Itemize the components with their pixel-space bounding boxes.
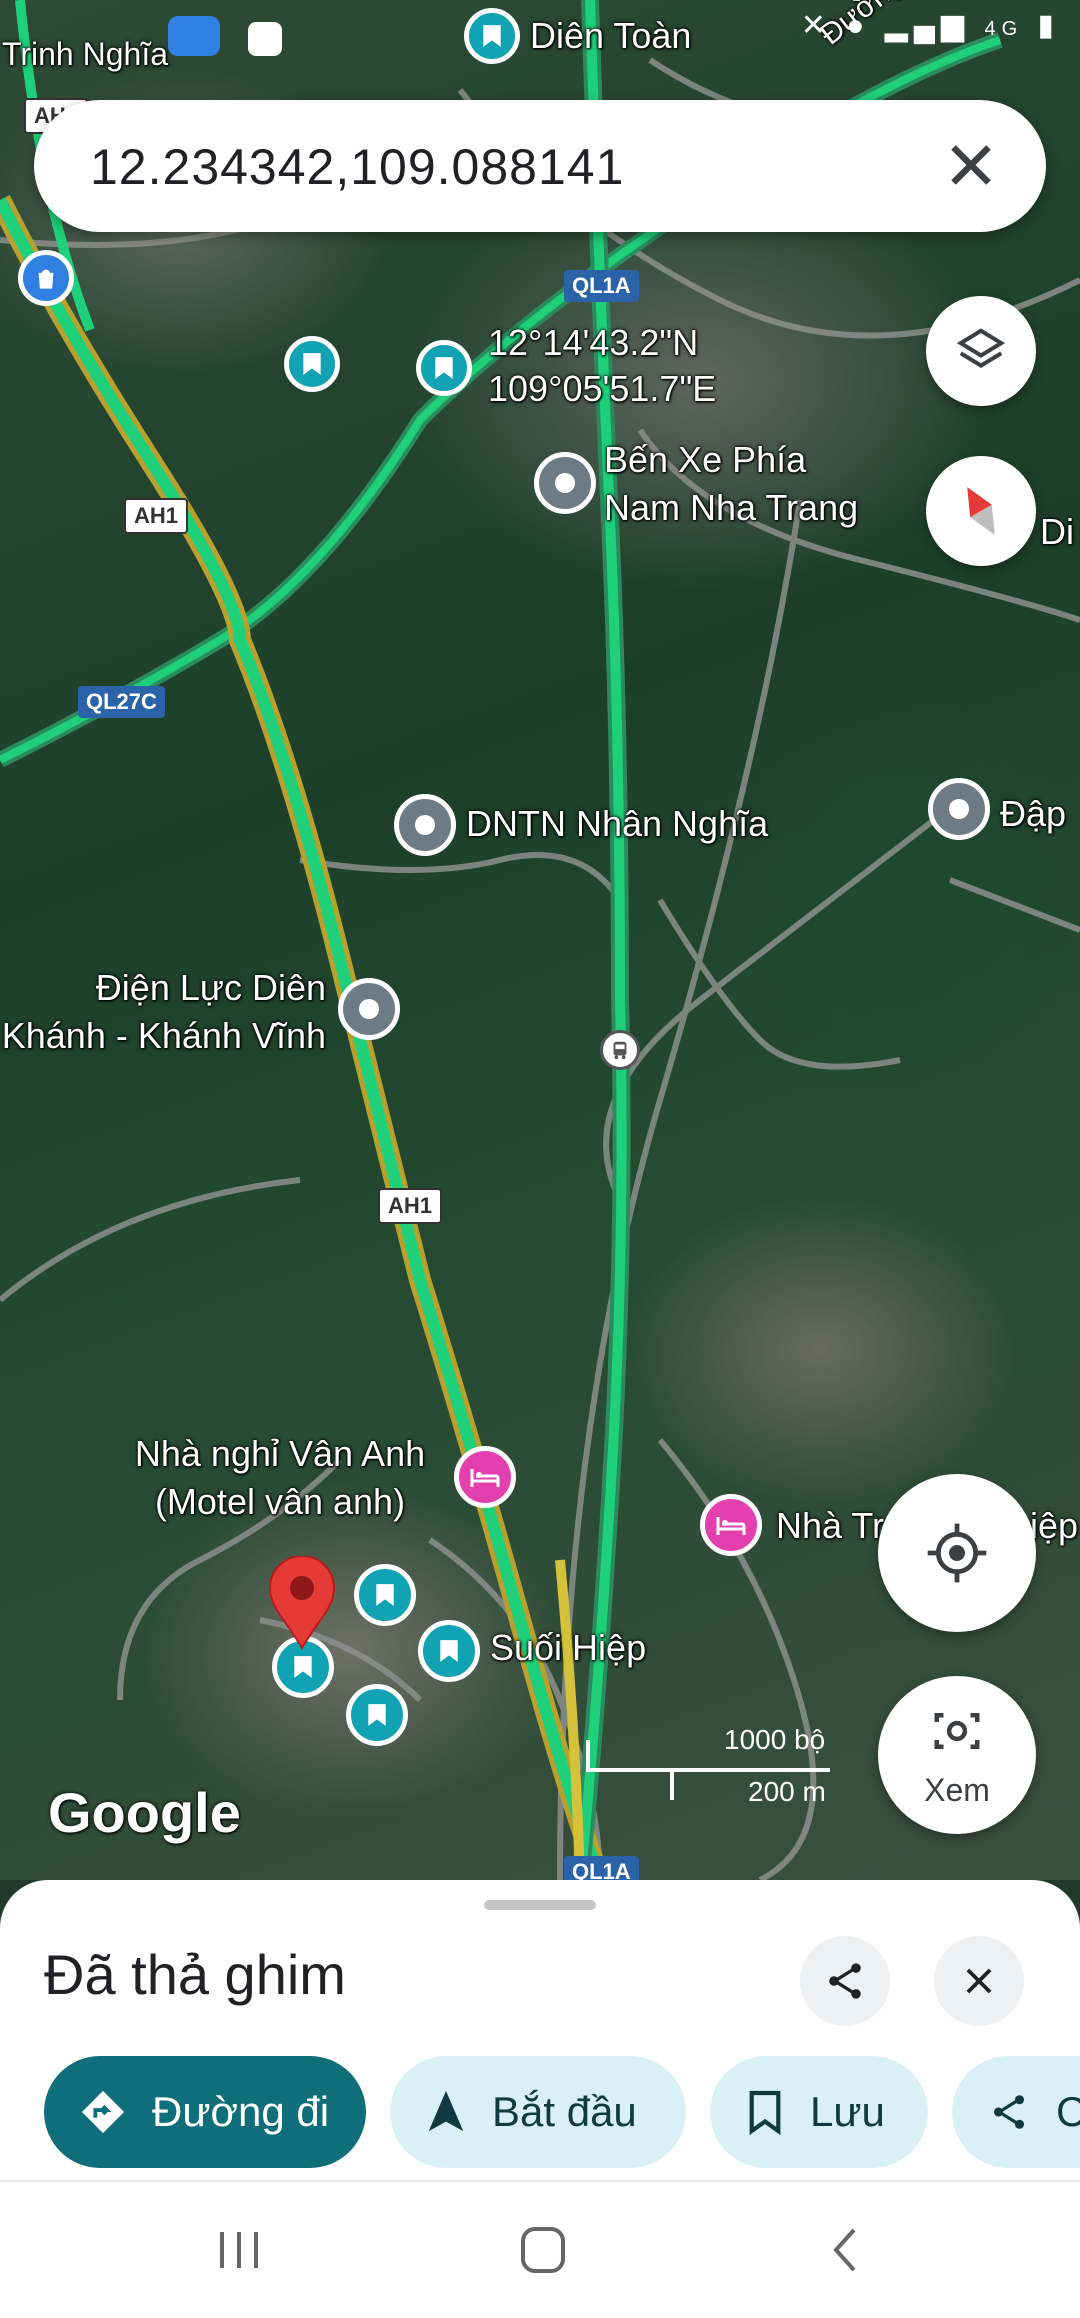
place-pin-icon[interactable] — [338, 978, 400, 1040]
zalo-icon — [248, 22, 282, 56]
save-label: Lưu — [810, 2088, 885, 2135]
my-location-button[interactable] — [878, 1474, 1036, 1632]
place-label-suoi-hiep: Suối Hiệp — [490, 1627, 647, 1668]
sheet-title: Đã thả ghim — [44, 1943, 346, 2006]
place-pin-icon[interactable] — [928, 778, 990, 840]
drag-handle[interactable] — [484, 1900, 596, 1910]
road-shield-ql27c: QL27C — [78, 686, 165, 718]
hotel-pin-icon[interactable] — [454, 1446, 516, 1508]
clear-search-icon[interactable] — [936, 130, 1006, 200]
mute-icon: ✕ — [800, 9, 832, 42]
action-chips: Đường đi Bắt đầu Lưu C — [0, 2056, 1080, 2168]
bookmark-icon — [749, 2090, 781, 2135]
my-location-icon — [927, 1523, 987, 1583]
zalo-icon — [168, 16, 220, 56]
share-chip-label: C — [1056, 2088, 1080, 2135]
close-sheet-button[interactable] — [934, 1936, 1024, 2026]
saved-place-pin-icon[interactable] — [418, 1620, 480, 1682]
explore-button[interactable]: Xem — [878, 1676, 1036, 1834]
layers-icon — [956, 328, 1006, 368]
directions-label: Đường đi — [152, 2088, 330, 2135]
location-icon: ● — [846, 9, 871, 42]
shopping-pin-icon[interactable] — [18, 250, 74, 306]
bus-stop-icon[interactable] — [600, 1030, 640, 1070]
place-label-dap: Đập — [1000, 793, 1067, 834]
place-label-dien-luc: Điện Lực Diên Khánh - Khánh Vĩnh — [1, 967, 326, 1056]
status-bar: ✕ ● ▂▄▆ 4G ▮ — [0, 0, 1080, 60]
road-shield-ql1a: QL1A — [564, 270, 639, 302]
compass-icon — [967, 487, 995, 535]
camera-scan-icon — [934, 1713, 980, 1749]
place-label-ben-xe: Bến Xe Phía Nam Nha Trang — [604, 439, 859, 528]
road-shield-ah1: AH1 — [124, 498, 189, 534]
start-button[interactable]: Bắt đầu — [390, 2056, 686, 2168]
place-label-nha-tr: Nhà Tr — [776, 1505, 885, 1546]
share-chip-button[interactable]: C — [952, 2056, 1080, 2168]
directions-icon — [81, 2090, 125, 2134]
saved-place-pin-icon[interactable] — [346, 1684, 408, 1746]
saved-place-pin-icon[interactable] — [416, 340, 472, 396]
back-icon[interactable] — [826, 2224, 866, 2276]
scale-meters-label: 200 m — [748, 1776, 826, 1807]
place-label-nha-tr-suffix: iệp — [1030, 1505, 1079, 1546]
place-label-dntn-nhan-nghia: DNTN Nhân Nghĩa — [466, 803, 769, 844]
road-shield-ql1a: QL1A — [564, 1856, 639, 1880]
place-pin-icon[interactable] — [534, 452, 596, 514]
scale-feet-label: 1000 bộ — [724, 1724, 826, 1755]
start-label: Bắt đầu — [492, 2088, 637, 2135]
layers-button[interactable] — [926, 296, 1036, 406]
explore-label: Xem — [924, 1772, 990, 1808]
directions-button[interactable]: Đường đi — [44, 2056, 366, 2168]
saved-place-pin-icon[interactable] — [284, 336, 340, 392]
share-icon — [829, 1963, 861, 1999]
dropped-pin-coordinates: 12°14'43.2"N 109°05'51.7"E — [488, 322, 717, 409]
save-button[interactable]: Lưu — [710, 2056, 928, 2168]
close-icon — [966, 1968, 992, 1994]
home-icon[interactable] — [518, 2224, 568, 2276]
share-icon — [993, 2095, 1025, 2129]
signal-icon: ▂▄▆ — [884, 9, 971, 42]
recent-apps-icon[interactable] — [214, 2226, 264, 2274]
system-navigation-bar — [0, 2180, 1080, 2318]
saved-place-pin-icon[interactable] — [354, 1564, 416, 1626]
network-type: 4G — [984, 18, 1024, 40]
dropped-pin-icon[interactable] — [266, 1556, 338, 1652]
place-label-di: Di — [1040, 511, 1074, 552]
google-attribution: Google — [48, 1781, 241, 1844]
search-bar[interactable]: 12.234342,109.088141 — [34, 100, 1046, 232]
hotel-pin-icon[interactable] — [700, 1494, 762, 1556]
battery-icon: ▮ — [1037, 9, 1060, 42]
place-label-nha-nghi-van-anh: Nhà nghỉ Vân Anh (Motel vân anh) — [134, 1433, 426, 1522]
search-query[interactable]: 12.234342,109.088141 — [90, 138, 624, 196]
status-icons: ✕ ● ▂▄▆ 4G ▮ — [801, 8, 1060, 43]
navigation-arrow-icon — [428, 2090, 464, 2132]
compass-button[interactable] — [926, 456, 1036, 566]
road-shield-ah1: AH1 — [378, 1188, 443, 1224]
place-pin-icon[interactable] — [394, 794, 456, 856]
share-button[interactable] — [800, 1936, 890, 2026]
